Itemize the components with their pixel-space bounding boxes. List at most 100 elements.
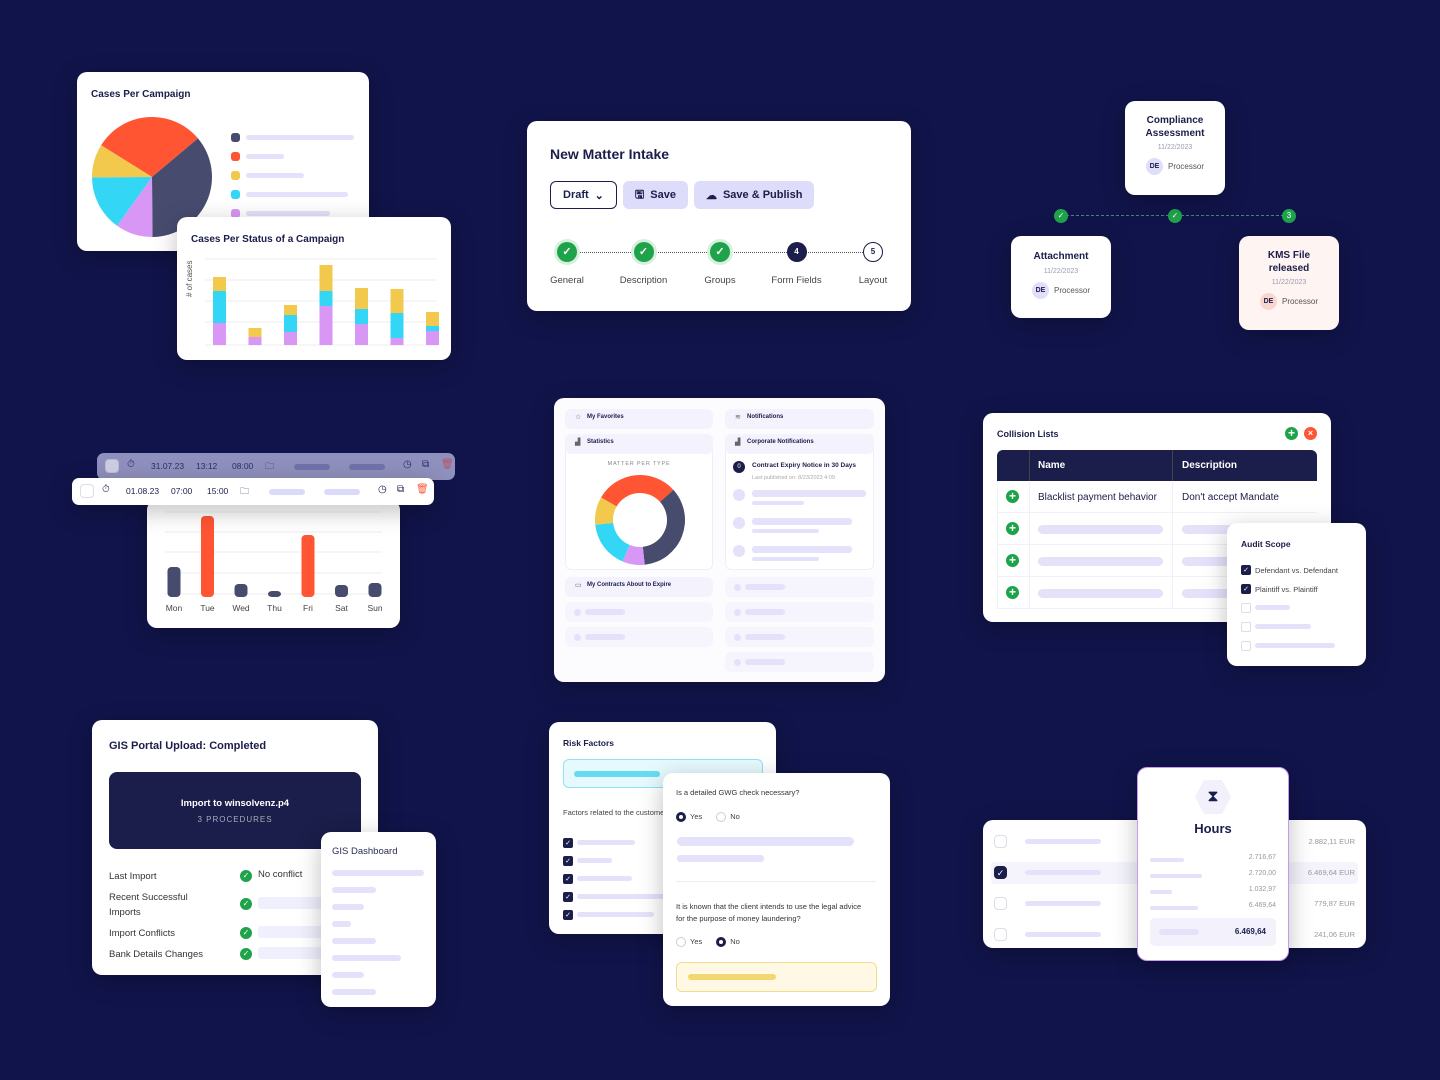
timeline-compliance-card[interactable]: Compliance Assessment 11/22/2023 DE Proce… [1125, 101, 1225, 195]
step-label[interactable]: Groups [680, 275, 760, 286]
folder-icon[interactable]: 🗀 [240, 484, 249, 500]
step-2-indicator[interactable]: ✓ [710, 242, 730, 262]
bar-segment-cyan[interactable] [319, 291, 333, 306]
clock-icon[interactable]: ◷ [378, 484, 387, 495]
draft-dropdown[interactable]: Draft ⌄ [550, 181, 617, 209]
factor-checkbox[interactable]: ✓ [563, 856, 573, 866]
day-label: Sun [367, 603, 382, 613]
bar-segment-purple[interactable] [248, 337, 262, 345]
timeline-kms-card[interactable]: KMS File released 11/22/2023 DE Processor [1239, 236, 1339, 330]
panel-title[interactable]: Corporate Notifications [747, 439, 814, 445]
panel-title[interactable]: Statistics [587, 439, 614, 445]
scope-checkbox[interactable] [1241, 622, 1251, 632]
bar-segment-yellow[interactable] [248, 328, 262, 337]
step-label[interactable]: Form Fields [757, 275, 837, 286]
save-publish-button[interactable]: ☁ Save & Publish [693, 181, 815, 209]
add-row-button[interactable]: + [1006, 490, 1019, 503]
donut-slice-1[interactable] [642, 489, 685, 565]
scope-checkbox[interactable]: ✓ [1241, 584, 1251, 594]
factor-checkbox[interactable]: ✓ [563, 838, 573, 848]
scope-checkbox[interactable]: ✓ [1241, 565, 1251, 575]
row-checkbox[interactable] [994, 835, 1007, 848]
bar-segment-yellow[interactable] [319, 265, 333, 291]
bar-segment-purple[interactable] [213, 323, 226, 345]
panel-title[interactable]: My Contracts About to Expire [587, 582, 671, 588]
result-field[interactable] [676, 962, 877, 992]
radio-yes[interactable] [676, 811, 686, 822]
row-checkbox[interactable] [994, 897, 1007, 910]
radio-no[interactable] [716, 811, 727, 822]
card-title: Cases Per Campaign [91, 89, 191, 100]
notice-title[interactable]: Contract Expiry Notice in 30 Days [752, 462, 856, 469]
column-header-description[interactable]: Description [1182, 460, 1237, 471]
step-0-indicator[interactable]: ✓ [557, 242, 577, 262]
bar-segment-yellow[interactable] [284, 305, 297, 315]
save-button[interactable]: 🖫 Save [622, 181, 688, 209]
day-bar[interactable] [335, 585, 348, 597]
day-label: Thu [267, 603, 282, 613]
save-icon: 🖫 [634, 188, 645, 201]
bar-segment-yellow[interactable] [390, 289, 404, 313]
add-row-button[interactable]: + [1006, 522, 1019, 535]
scope-checkbox[interactable] [1241, 641, 1251, 651]
day-bar[interactable] [301, 535, 315, 597]
chart-icon: ▟ [575, 439, 581, 446]
radio-yes[interactable] [676, 936, 686, 947]
row-description[interactable]: Don't accept Mandate [1182, 492, 1279, 503]
bar-segment-cyan[interactable] [390, 313, 404, 338]
donut-slice-3[interactable] [595, 522, 630, 562]
step-label[interactable]: General [527, 275, 607, 286]
day-label: Wed [232, 603, 250, 613]
radio-no[interactable] [716, 936, 727, 947]
column-header-name[interactable]: Name [1038, 460, 1065, 471]
day-bar[interactable] [201, 516, 214, 597]
step-label[interactable]: Layout [833, 275, 913, 286]
bar-segment-yellow[interactable] [355, 288, 368, 309]
bar-segment-yellow[interactable] [426, 312, 439, 326]
bar-segment-cyan[interactable] [355, 309, 368, 324]
check-icon: ✓ [240, 927, 252, 939]
trash-icon[interactable]: 🗑 [441, 459, 454, 470]
clock-icon[interactable]: ◷ [403, 459, 412, 470]
row-checkbox[interactable] [105, 459, 119, 473]
bar-segment-cyan[interactable] [284, 315, 297, 332]
add-row-button[interactable]: + [1006, 586, 1019, 599]
gis-row-label: Import Conflicts [109, 928, 175, 939]
copy-icon[interactable]: ⧉ [422, 459, 429, 470]
day-bar[interactable] [368, 583, 382, 597]
step-label[interactable]: Description [604, 275, 684, 286]
bar-segment-yellow[interactable] [213, 277, 226, 291]
folder-icon[interactable]: 🗀 [265, 459, 274, 475]
factor-checkbox[interactable]: ✓ [563, 892, 573, 902]
day-bar[interactable] [268, 591, 281, 597]
row-name[interactable]: Blacklist payment behavior [1038, 492, 1157, 503]
copy-icon[interactable]: ⧉ [397, 484, 404, 495]
trash-icon[interactable]: 🗑 [416, 484, 429, 495]
bar-segment-purple[interactable] [390, 338, 404, 345]
factor-checkbox[interactable]: ✓ [563, 874, 573, 884]
factor-checkbox[interactable]: ✓ [563, 910, 573, 920]
bar-segment-cyan[interactable] [213, 291, 226, 323]
row-checkbox[interactable] [80, 484, 94, 498]
scope-checkbox[interactable] [1241, 603, 1251, 613]
panel-title[interactable]: My Favorites [587, 414, 624, 420]
day-bar[interactable] [167, 567, 181, 597]
close-button[interactable]: × [1304, 427, 1317, 440]
bar-segment-cyan[interactable] [426, 326, 439, 331]
step-3-indicator[interactable]: 4 [786, 242, 807, 262]
timeline-attachment-card[interactable]: Attachment 11/22/2023 DE Processor [1011, 236, 1111, 318]
step-1-indicator[interactable]: ✓ [633, 242, 654, 262]
bar-segment-purple[interactable] [319, 306, 333, 345]
bar-segment-purple[interactable] [355, 324, 368, 345]
chart-icon: ▟ [735, 439, 741, 446]
day-bar[interactable] [234, 584, 248, 597]
add-row-button[interactable]: + [1006, 554, 1019, 567]
row-checkbox[interactable]: ✓ [994, 866, 1007, 879]
bar-segment-purple[interactable] [426, 331, 439, 345]
row-checkbox[interactable] [994, 928, 1007, 941]
panel-title[interactable]: Notifications [747, 414, 783, 420]
add-button[interactable]: + [1285, 427, 1298, 440]
bar-segment-purple[interactable] [284, 332, 297, 345]
hourglass-icon: ⧗ [1195, 780, 1231, 814]
step-4-indicator[interactable]: 5 [863, 242, 883, 262]
